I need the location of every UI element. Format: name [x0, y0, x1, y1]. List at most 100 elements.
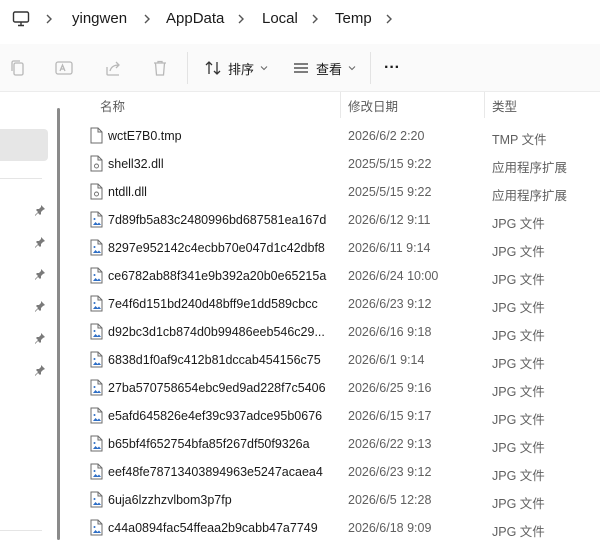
file-name[interactable]: wctE7B0.tmp [108, 129, 334, 143]
sort-label: 排序 [228, 61, 255, 77]
nav-divider [0, 530, 42, 531]
pin-icon[interactable] [34, 204, 46, 216]
copy-icon[interactable] [8, 58, 28, 78]
file-row[interactable]: eef48fe78713403894963e5247acaea4 2026/6/2… [66, 458, 600, 486]
file-type: JPG 文件 [492, 469, 545, 483]
file-name[interactable]: 7e4f6d151bd240d48bff9e1dd589cbcc [108, 297, 334, 311]
image-file-icon [90, 351, 103, 368]
file-name[interactable]: c44a0894fac54ffeaa2b9cabb47a7749 [108, 521, 334, 535]
file-modified-date: 2026/6/11 9:14 [348, 241, 431, 255]
chevron-right-icon[interactable] [382, 12, 396, 26]
file-row[interactable]: ce6782ab88f341e9b392a20b0e65215a 2026/6/2… [66, 262, 600, 290]
delete-icon[interactable] [150, 58, 170, 78]
file-row[interactable]: shell32.dll 2025/5/15 9:22 应用程序扩展 [66, 150, 600, 178]
file-type: TMP 文件 [492, 133, 547, 147]
breadcrumb-item-appdata[interactable]: AppData [166, 10, 224, 27]
breadcrumb-item-yingwen[interactable]: yingwen [72, 10, 127, 27]
dll-file-icon [90, 183, 103, 200]
chevron-right-icon[interactable] [308, 12, 322, 26]
view-button[interactable]: 查看 [292, 56, 362, 80]
file-type: JPG 文件 [492, 301, 545, 315]
column-header-name[interactable]: 名称 [100, 96, 125, 115]
file-modified-date: 2026/6/23 9:12 [348, 297, 432, 311]
more-options-button[interactable]: ··· [384, 56, 400, 80]
file-type: 应用程序扩展 [492, 189, 568, 203]
toolbar-divider [187, 52, 188, 84]
file-modified-date: 2026/6/12 9:11 [348, 213, 431, 227]
file-name[interactable]: ce6782ab88f341e9b392a20b0e65215a [108, 269, 334, 283]
pin-icon[interactable] [34, 268, 46, 280]
file-name[interactable]: b65bf4f652754bfa85f267df50f9326a [108, 437, 334, 451]
file-type: JPG 文件 [492, 217, 545, 231]
chevron-down-icon [348, 66, 356, 71]
file-modified-date: 2026/6/15 9:17 [348, 409, 432, 423]
file-type: JPG 文件 [492, 525, 545, 539]
file-modified-date: 2025/5/15 9:22 [348, 157, 432, 171]
column-resize-handle[interactable] [484, 92, 485, 118]
file-name[interactable]: 6838d1f0af9c412b81dccab454156c75 [108, 353, 334, 367]
image-file-icon [90, 407, 103, 424]
file-modified-date: 2026/6/16 9:18 [348, 325, 432, 339]
pin-icon[interactable] [34, 300, 46, 312]
sort-button[interactable]: 排序 [204, 56, 274, 80]
file-name[interactable]: ntdll.dll [108, 185, 334, 199]
file-name[interactable]: e5afd645826e4ef39c937adce95b0676 [108, 409, 334, 423]
chevron-right-icon[interactable] [234, 12, 248, 26]
file-type: JPG 文件 [492, 357, 545, 371]
column-resize-handle[interactable] [340, 92, 341, 118]
breadcrumb-item-temp[interactable]: Temp [335, 10, 372, 27]
file-type: JPG 文件 [492, 245, 545, 259]
breadcrumb-item-local[interactable]: Local [262, 10, 298, 27]
file-row[interactable]: ntdll.dll 2025/5/15 9:22 应用程序扩展 [66, 178, 600, 206]
file-row[interactable]: 6uja6lzzhzvlbom3p7fp 2026/6/5 12:28 JPG 文件 [66, 486, 600, 514]
chevron-right-icon[interactable] [140, 12, 154, 26]
file-row[interactable]: 7e4f6d151bd240d48bff9e1dd589cbcc 2026/6/2… [66, 290, 600, 318]
toolbar-divider [370, 52, 371, 84]
file-row[interactable]: 6838d1f0af9c412b81dccab454156c75 2026/6/1… [66, 346, 600, 374]
dll-file-icon [90, 155, 103, 172]
pin-icon[interactable] [34, 332, 46, 344]
file-row[interactable]: c44a0894fac54ffeaa2b9cabb47a7749 2026/6/1… [66, 514, 600, 542]
image-file-icon [90, 295, 103, 312]
file-row[interactable]: e5afd645826e4ef39c937adce95b0676 2026/6/1… [66, 402, 600, 430]
file-name[interactable]: eef48fe78713403894963e5247acaea4 [108, 465, 334, 479]
file-name[interactable]: shell32.dll [108, 157, 334, 171]
pin-icon[interactable] [34, 364, 46, 376]
file-row[interactable]: 27ba570758654ebc9ed9ad228f7c5406 2026/6/2… [66, 374, 600, 402]
rename-icon[interactable] [54, 58, 74, 78]
file-row[interactable]: d92bc3d1cb874d0b99486eeb546c29... 2026/6/… [66, 318, 600, 346]
pin-icon[interactable] [34, 236, 46, 248]
file-type: 应用程序扩展 [492, 161, 568, 175]
nav-scrollbar[interactable] [57, 108, 60, 540]
image-file-icon [90, 491, 103, 508]
share-icon[interactable] [104, 58, 124, 78]
file-name[interactable]: 7d89fb5a83c2480996bd687581ea167d [108, 213, 334, 227]
file-modified-date: 2026/6/24 10:00 [348, 269, 439, 283]
file-name[interactable]: 8297e952142c4ecbb70e047d1c42dbf8 [108, 241, 334, 255]
file-row[interactable]: b65bf4f652754bfa85f267df50f9326a 2026/6/2… [66, 430, 600, 458]
file-name[interactable]: 27ba570758654ebc9ed9ad228f7c5406 [108, 381, 334, 395]
column-header-type[interactable]: 类型 [492, 96, 517, 115]
file-list: wctE7B0.tmp 2026/6/2 2:20 TMP 文件 shell32.dl… [66, 122, 600, 542]
file-type: JPG 文件 [492, 273, 545, 287]
file-name[interactable]: d92bc3d1cb874d0b99486eeb546c29... [108, 325, 334, 339]
file-row[interactable]: 7d89fb5a83c2480996bd687581ea167d 2026/6/1… [66, 206, 600, 234]
file-row[interactable]: wctE7B0.tmp 2026/6/2 2:20 TMP 文件 [66, 122, 600, 150]
chevron-right-icon[interactable] [42, 12, 56, 26]
chevron-down-icon [260, 66, 268, 71]
file-modified-date: 2026/6/18 9:09 [348, 521, 432, 535]
view-list-icon [294, 63, 308, 73]
file-type: JPG 文件 [492, 441, 545, 455]
file-row[interactable]: 8297e952142c4ecbb70e047d1c42dbf8 2026/6/1… [66, 234, 600, 262]
file-type: JPG 文件 [492, 385, 545, 399]
this-pc-icon[interactable] [12, 10, 30, 28]
view-label: 查看 [316, 61, 343, 77]
file-type: JPG 文件 [492, 329, 545, 343]
column-header-modified[interactable]: 修改日期 [348, 96, 398, 115]
command-bar: 排序 查看 ··· [0, 44, 600, 92]
image-file-icon [90, 211, 103, 228]
image-file-icon [90, 463, 103, 480]
nav-item-selected[interactable] [0, 129, 48, 161]
file-name[interactable]: 6uja6lzzhzvlbom3p7fp [108, 493, 334, 507]
image-file-icon [90, 379, 103, 396]
